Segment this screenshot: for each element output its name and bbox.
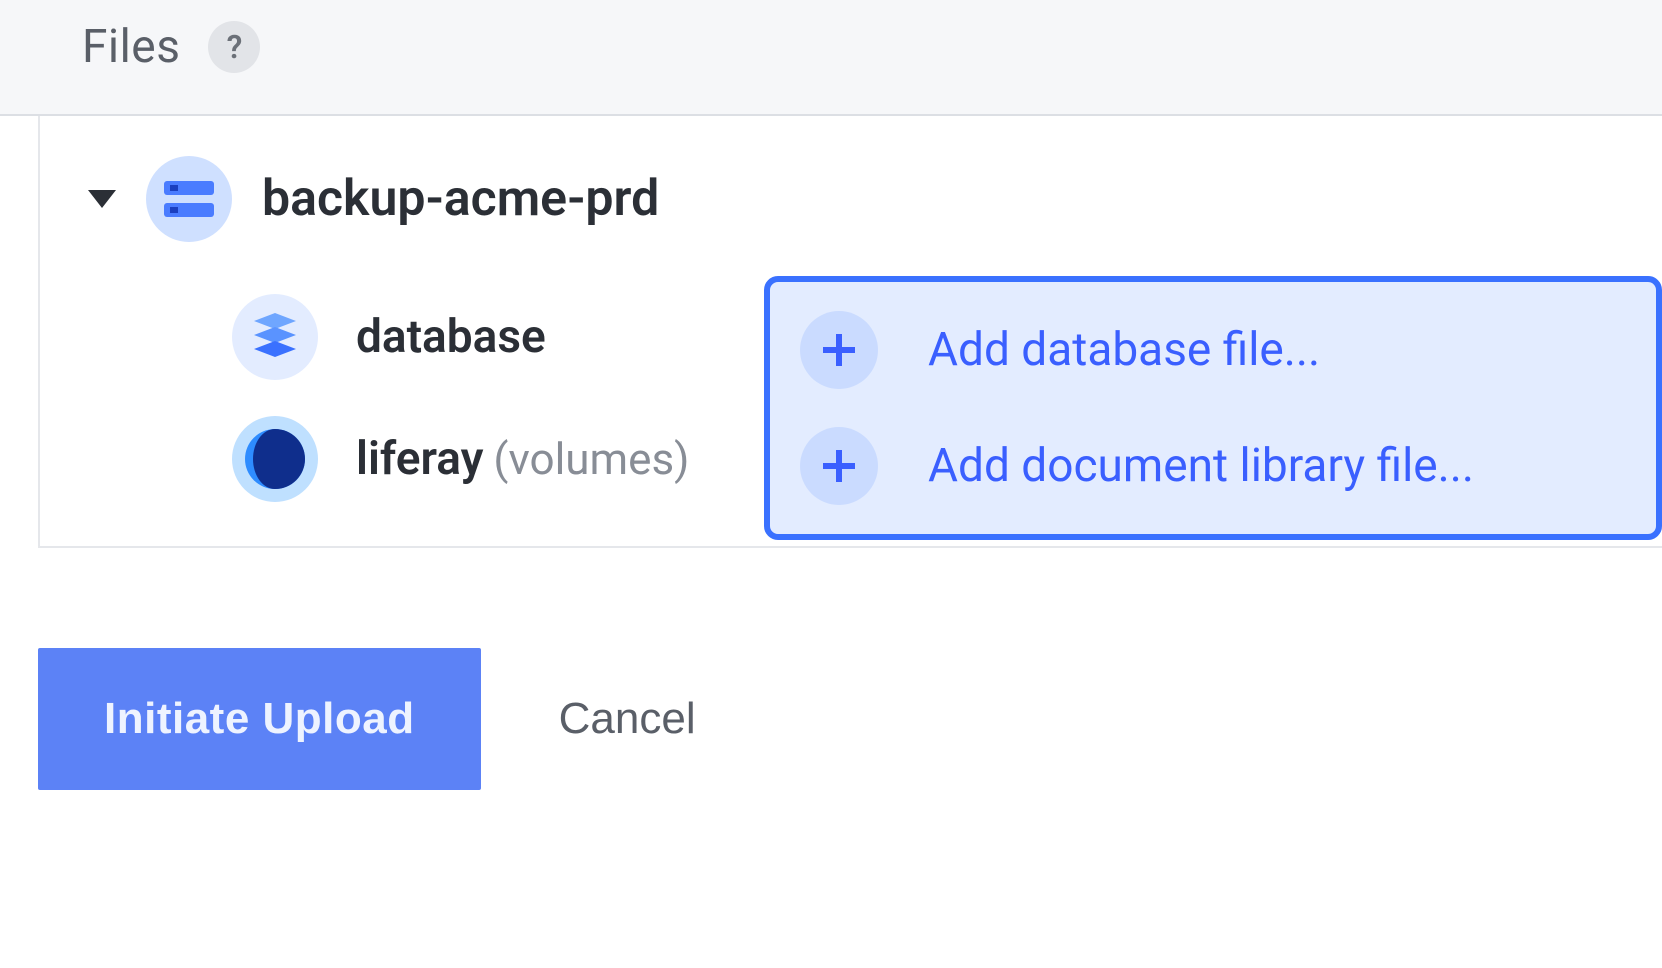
files-panel: Files ? backup-acme-prd [0, 0, 1662, 790]
help-icon[interactable]: ? [208, 21, 260, 73]
add-document-library-file-button[interactable]: Add document library file... [800, 427, 1626, 505]
panel-header: Files ? [0, 0, 1662, 116]
database-icon [232, 294, 318, 380]
action-bar: Initiate Upload Cancel [38, 648, 1662, 790]
server-icon [146, 156, 232, 242]
panel-body: backup-acme-prd database [38, 116, 1662, 548]
liferay-icon [232, 416, 318, 502]
initiate-upload-button[interactable]: Initiate Upload [38, 648, 481, 790]
tree-child-sublabel: (volumes) [493, 433, 689, 485]
add-doclib-label: Add document library file... [928, 439, 1474, 493]
add-database-file-button[interactable]: Add database file... [800, 311, 1626, 389]
upload-drop-zone: Add database file... Add document librar… [764, 276, 1662, 540]
plus-icon [800, 427, 878, 505]
add-database-label: Add database file... [928, 323, 1320, 377]
tree-root-label: backup-acme-prd [262, 170, 659, 228]
cancel-button[interactable]: Cancel [559, 694, 696, 744]
panel-title: Files [82, 20, 180, 74]
tree-child-label: database [356, 310, 546, 364]
tree-root-row[interactable]: backup-acme-prd [80, 156, 1662, 242]
tree-child-label: liferay [356, 432, 483, 486]
caret-down-icon[interactable] [88, 190, 116, 208]
tree-children: database liferay (volumes) [80, 276, 1662, 520]
plus-icon [800, 311, 878, 389]
